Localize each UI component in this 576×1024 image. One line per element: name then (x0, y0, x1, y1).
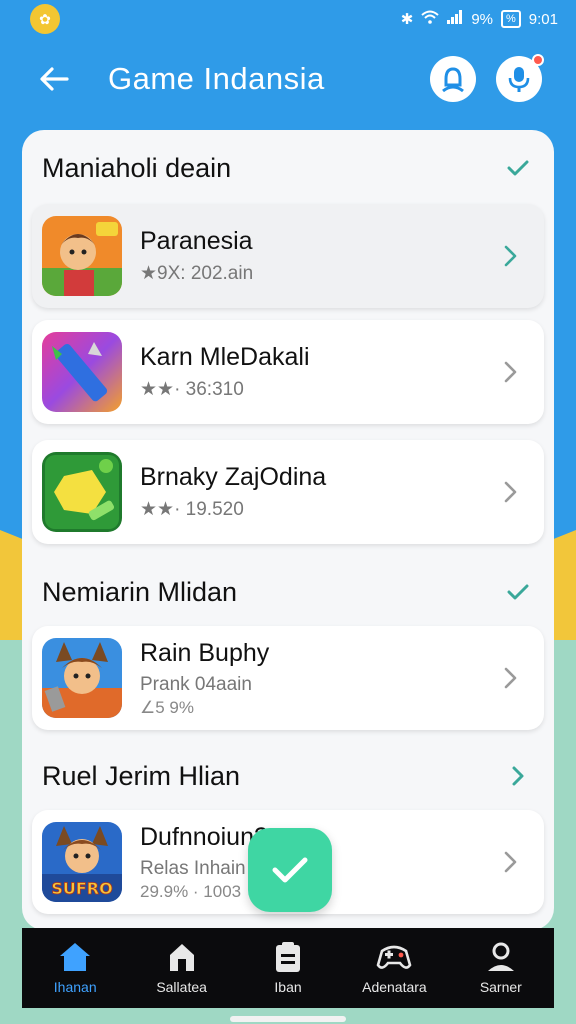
nav-item-games[interactable]: Adenatara (341, 928, 447, 1008)
chevron-right-icon (504, 361, 517, 383)
arrow-left-icon (40, 67, 69, 91)
chevron-right-icon (504, 481, 517, 503)
game-row[interactable]: Paranesia ★9X: 202.ain (32, 204, 544, 308)
chevron-right-icon (504, 667, 517, 689)
status-indicators: ✱ 9% % 9:01 (401, 10, 558, 28)
section-title: Nemiarin Mlidan (42, 576, 238, 607)
chevron-right-icon[interactable] (504, 762, 532, 790)
person-icon (487, 942, 514, 971)
section-header: Nemiarin Mlidan (22, 562, 554, 622)
checkmark-icon[interactable] (504, 578, 532, 606)
chevron-right-icon (504, 245, 517, 267)
nav-item-clipboard[interactable]: Iban (235, 928, 341, 1008)
game-row[interactable]: Karn MleDakali ★★· 36:310 (32, 320, 544, 424)
game-row[interactable]: Brnaky ZajOdina ★★· 19.520 (32, 440, 544, 544)
game-title: Paranesia (140, 227, 253, 255)
notification-dot (532, 54, 544, 66)
chevron-right-icon (504, 851, 517, 873)
home-icon (60, 943, 91, 971)
nav-item-store[interactable]: Sallatea (128, 928, 234, 1008)
game-thumbnail (42, 638, 122, 718)
game-subtitle: Prank 04aain (140, 673, 252, 695)
game-thumbnail: SUFRO (42, 822, 122, 902)
store-icon (169, 944, 194, 971)
nav-label: Ihanan (53, 979, 97, 995)
bottom-navigation: Ihanan Sallatea Iban Adenatara Sarner (22, 928, 554, 1008)
signal-icon (447, 10, 463, 28)
section-header: Maniaholi deain (22, 138, 554, 198)
nav-item-profile[interactable]: Sarner (448, 928, 554, 1008)
section-header: Ruel Jerim Hlian (22, 746, 554, 806)
page-title: Game Indansia (108, 61, 325, 96)
battery-percent: 9% (471, 10, 494, 28)
home-indicator[interactable] (230, 1016, 346, 1022)
nav-label: Iban (274, 979, 302, 995)
game-subtitle: ★9X: 202.ain (140, 263, 254, 284)
status-bar: ✿ ✱ 9% % 9:01 (0, 0, 576, 38)
game-thumbnail (42, 216, 122, 296)
game-subtitle: ★★· 19.520 (140, 499, 244, 520)
game-list-card: Maniaholi deain Paranesia ★9X: 202.ain K… (22, 130, 554, 930)
voice-search-button[interactable] (496, 54, 544, 102)
bluetooth-icon: ✱ (400, 11, 414, 28)
game-title: Rain Buphy (140, 638, 270, 667)
game-thumbnail (42, 332, 122, 412)
user-icon (442, 67, 464, 93)
gamepad-icon (377, 945, 412, 969)
back-button[interactable] (34, 59, 74, 99)
game-subtitle: ★★· 36:310 (140, 379, 244, 400)
section-title: Maniaholi deain (42, 152, 232, 183)
game-thumbnail (42, 452, 122, 532)
app-notification-icon: ✿ (30, 4, 60, 34)
profile-button[interactable] (430, 56, 476, 102)
clipboard-icon (276, 942, 301, 972)
battery-icon: % (501, 10, 521, 28)
nav-label: Sallatea (156, 979, 207, 995)
game-title: Brnaky ZajOdina (140, 463, 327, 491)
game-row[interactable]: Rain Buphy Prank 04aain ∠5 9% (32, 626, 544, 730)
game-title: Karn MleDakali (140, 343, 310, 371)
nav-label: Sarner (479, 979, 522, 995)
wifi-icon (421, 10, 439, 28)
microphone-icon (508, 67, 530, 92)
confirm-fab-button[interactable] (248, 828, 332, 912)
app-bar: Game Indansia (0, 44, 576, 114)
section-title: Ruel Jerim Hlian (42, 760, 241, 791)
checkmark-icon (272, 857, 308, 883)
game-stat: ∠5 9% (140, 697, 194, 717)
nav-label: Adenatara (362, 979, 427, 995)
clock: 9:01 (528, 10, 558, 28)
nav-item-home[interactable]: Ihanan (22, 928, 128, 1008)
thumbnail-text: SUFRO (51, 879, 112, 898)
checkmark-icon[interactable] (504, 154, 532, 182)
